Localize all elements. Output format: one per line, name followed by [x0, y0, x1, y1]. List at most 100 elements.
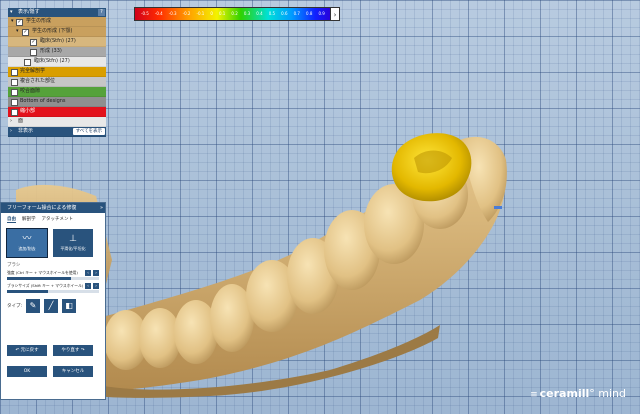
brush-size-label: ブラシサイズ (Shift キー + マウスホイール): [7, 283, 84, 288]
visibility-checkbox[interactable]: [11, 68, 18, 76]
visibility-checkbox[interactable]: ✓: [16, 18, 23, 26]
object-label: 縮小部: [20, 108, 36, 114]
freeform-tabs: 自由 解剖学 アタッチメント: [1, 213, 105, 226]
decrease-icon[interactable]: ‹: [85, 283, 91, 289]
confirm-buttons: OK キャンセル: [1, 366, 105, 377]
scale-tick-label: -0.1: [196, 11, 205, 16]
object-label: Bottom of designs: [20, 98, 66, 104]
visibility-checkbox[interactable]: [30, 48, 37, 56]
freeform-panel-title: フリーフォーム操合による修復: [7, 205, 77, 211]
redo-label: やり直す: [61, 348, 80, 353]
collapse-icon[interactable]: »: [100, 203, 103, 213]
chevron-right-icon[interactable]: ›: [10, 127, 12, 136]
strength-slider[interactable]: [7, 277, 99, 280]
scale-tick-label: 0.2: [231, 11, 238, 16]
history-buttons: ↶ 元に戻す やり直す ↷: [1, 345, 105, 356]
chevron-down-icon[interactable]: ▾: [11, 17, 14, 26]
scale-tick-label: 0: [210, 11, 213, 16]
undo-label: 元に戻す: [20, 348, 39, 353]
visibility-checkbox[interactable]: [11, 78, 18, 86]
object-row[interactable]: ✓ 臨床(Stfn) (27): [8, 37, 106, 47]
brush-size-slider-fill: [7, 290, 49, 293]
wave-icon: 〰: [22, 234, 32, 244]
logo-mark-icon: ≡: [530, 390, 538, 400]
scale-tick-label: 0.9: [318, 11, 325, 16]
scale-tick-label: 0.3: [243, 11, 251, 16]
ok-button[interactable]: OK: [7, 366, 47, 377]
tab-anatomy[interactable]: 解剖学: [22, 216, 36, 223]
object-row[interactable]: 完全解剖学: [8, 67, 106, 77]
visibility-checkbox[interactable]: ✓: [30, 38, 37, 46]
help-icon[interactable]: ?: [98, 9, 105, 16]
scale-tick-label: -0.3: [168, 11, 177, 16]
object-label: 咬合面隙: [20, 88, 41, 94]
strength-row: 強度 (Ctrl キー + マウスホイールを使用) ‹ ›: [1, 269, 105, 277]
tool-buttons: 〰 追加/削去 ⊥ 平滑化/平坦化: [1, 226, 105, 260]
scale-expand-button[interactable]: ›: [330, 7, 340, 21]
cancel-button[interactable]: キャンセル: [53, 366, 93, 377]
ceramill-logo: ≡ ceramill° mind: [530, 387, 626, 400]
object-row[interactable]: ✓ 縮小部: [8, 107, 106, 117]
logo-brand: ceramill: [539, 387, 590, 400]
brush-section-label: ブラシ: [7, 263, 21, 268]
logo-product: mind: [598, 387, 626, 400]
objects-panel-title: 表示/隠す: [18, 9, 40, 15]
show-all-button[interactable]: すべてを表示: [72, 128, 105, 135]
freeform-panel: フリーフォーム操合による修復 » 自由 解剖学 アタッチメント 〰 追加/削去 …: [0, 202, 106, 400]
tool-label: 平滑化/平坦化: [60, 246, 86, 251]
brush-type-row: タイプ: ✎ ╱ ◧: [1, 293, 105, 319]
type-label: タイプ:: [7, 304, 23, 309]
scale-tick-label: -0.2: [182, 11, 191, 16]
visibility-checkbox[interactable]: ✓: [11, 108, 18, 116]
strength-slider-fill: [7, 277, 72, 280]
object-row-collapsed[interactable]: › 面: [8, 117, 106, 127]
object-row[interactable]: 咬合面隙: [8, 87, 106, 97]
tab-attachment[interactable]: アタッチメント: [42, 216, 74, 223]
visibility-checkbox[interactable]: [24, 58, 31, 66]
visibility-checkbox[interactable]: [11, 88, 18, 96]
object-row[interactable]: 複合された部位: [8, 77, 106, 87]
scale-tick-label: 0.4: [256, 11, 263, 16]
redo-button[interactable]: やり直す ↷: [53, 345, 93, 356]
chevron-right-icon[interactable]: ›: [10, 117, 12, 126]
3d-viewport[interactable]: -0.5 -0.4 -0.3 -0.2 -0.1 0 0.1 0.2 0.3 0.4 0.5 0.6 0…: [0, 0, 640, 414]
hidden-label: 非表示: [18, 128, 34, 134]
freeform-panel-header: フリーフォーム操合による修復 »: [1, 203, 105, 213]
object-row[interactable]: ▾ ✓ 学生の形成 (下顎): [8, 27, 106, 37]
tool-label: 追加/削去: [18, 246, 36, 251]
visibility-checkbox[interactable]: [11, 98, 18, 106]
brush-icon[interactable]: ✎: [26, 299, 41, 313]
object-label: 学生の形成: [26, 18, 52, 24]
scale-tick-label: 0.6: [281, 11, 288, 16]
brush-size-slider[interactable]: [7, 290, 99, 293]
increase-icon[interactable]: ›: [93, 270, 99, 276]
objects-panel-header[interactable]: ▾ 表示/隠す ?: [8, 8, 106, 17]
scale-tick-label: -0.4: [154, 11, 163, 16]
scale-tick-label: 0.5: [268, 11, 276, 16]
cylinder-icon[interactable]: ◧: [62, 299, 77, 313]
decrease-icon[interactable]: ‹: [85, 270, 91, 276]
brush-size-row: ブラシサイズ (Shift キー + マウスホイール) ‹ ›: [1, 282, 105, 290]
collapse-arrow-icon[interactable]: ▾: [10, 8, 13, 17]
knife-icon[interactable]: ╱: [44, 299, 59, 313]
smooth-flatten-tool-button[interactable]: ⊥ 平滑化/平坦化: [53, 229, 93, 257]
flatten-icon: ⊥: [69, 234, 77, 244]
object-row[interactable]: 臨床(Stfn) (27): [8, 57, 106, 67]
chevron-down-icon[interactable]: ▾: [16, 27, 19, 36]
object-label: 学生の形成 (下顎): [32, 28, 73, 34]
object-row[interactable]: Bottom of designs: [8, 97, 106, 107]
object-row[interactable]: 形成 (33): [8, 47, 106, 57]
increase-icon[interactable]: ›: [93, 283, 99, 289]
hidden-objects-row[interactable]: › 非表示 すべてを表示: [8, 127, 106, 137]
object-row[interactable]: ▾ ✓ 学生の形成: [8, 17, 106, 27]
object-label: 臨床(Stfn) (27): [40, 38, 76, 44]
undo-button[interactable]: ↶ 元に戻す: [7, 345, 47, 356]
deviation-color-scale: -0.5 -0.4 -0.3 -0.2 -0.1 0 0.1 0.2 0.3 0.4 0.5 0.6 0…: [134, 7, 332, 21]
visibility-checkbox[interactable]: ✓: [22, 28, 29, 36]
object-label: 複合された部位: [20, 78, 56, 84]
object-label: 完全解剖学: [20, 68, 46, 74]
add-remove-tool-button[interactable]: 〰 追加/削去: [6, 228, 48, 258]
scale-tick-label: 0.1: [218, 11, 226, 16]
tab-free[interactable]: 自由: [7, 216, 16, 223]
object-label: 面: [18, 118, 24, 124]
